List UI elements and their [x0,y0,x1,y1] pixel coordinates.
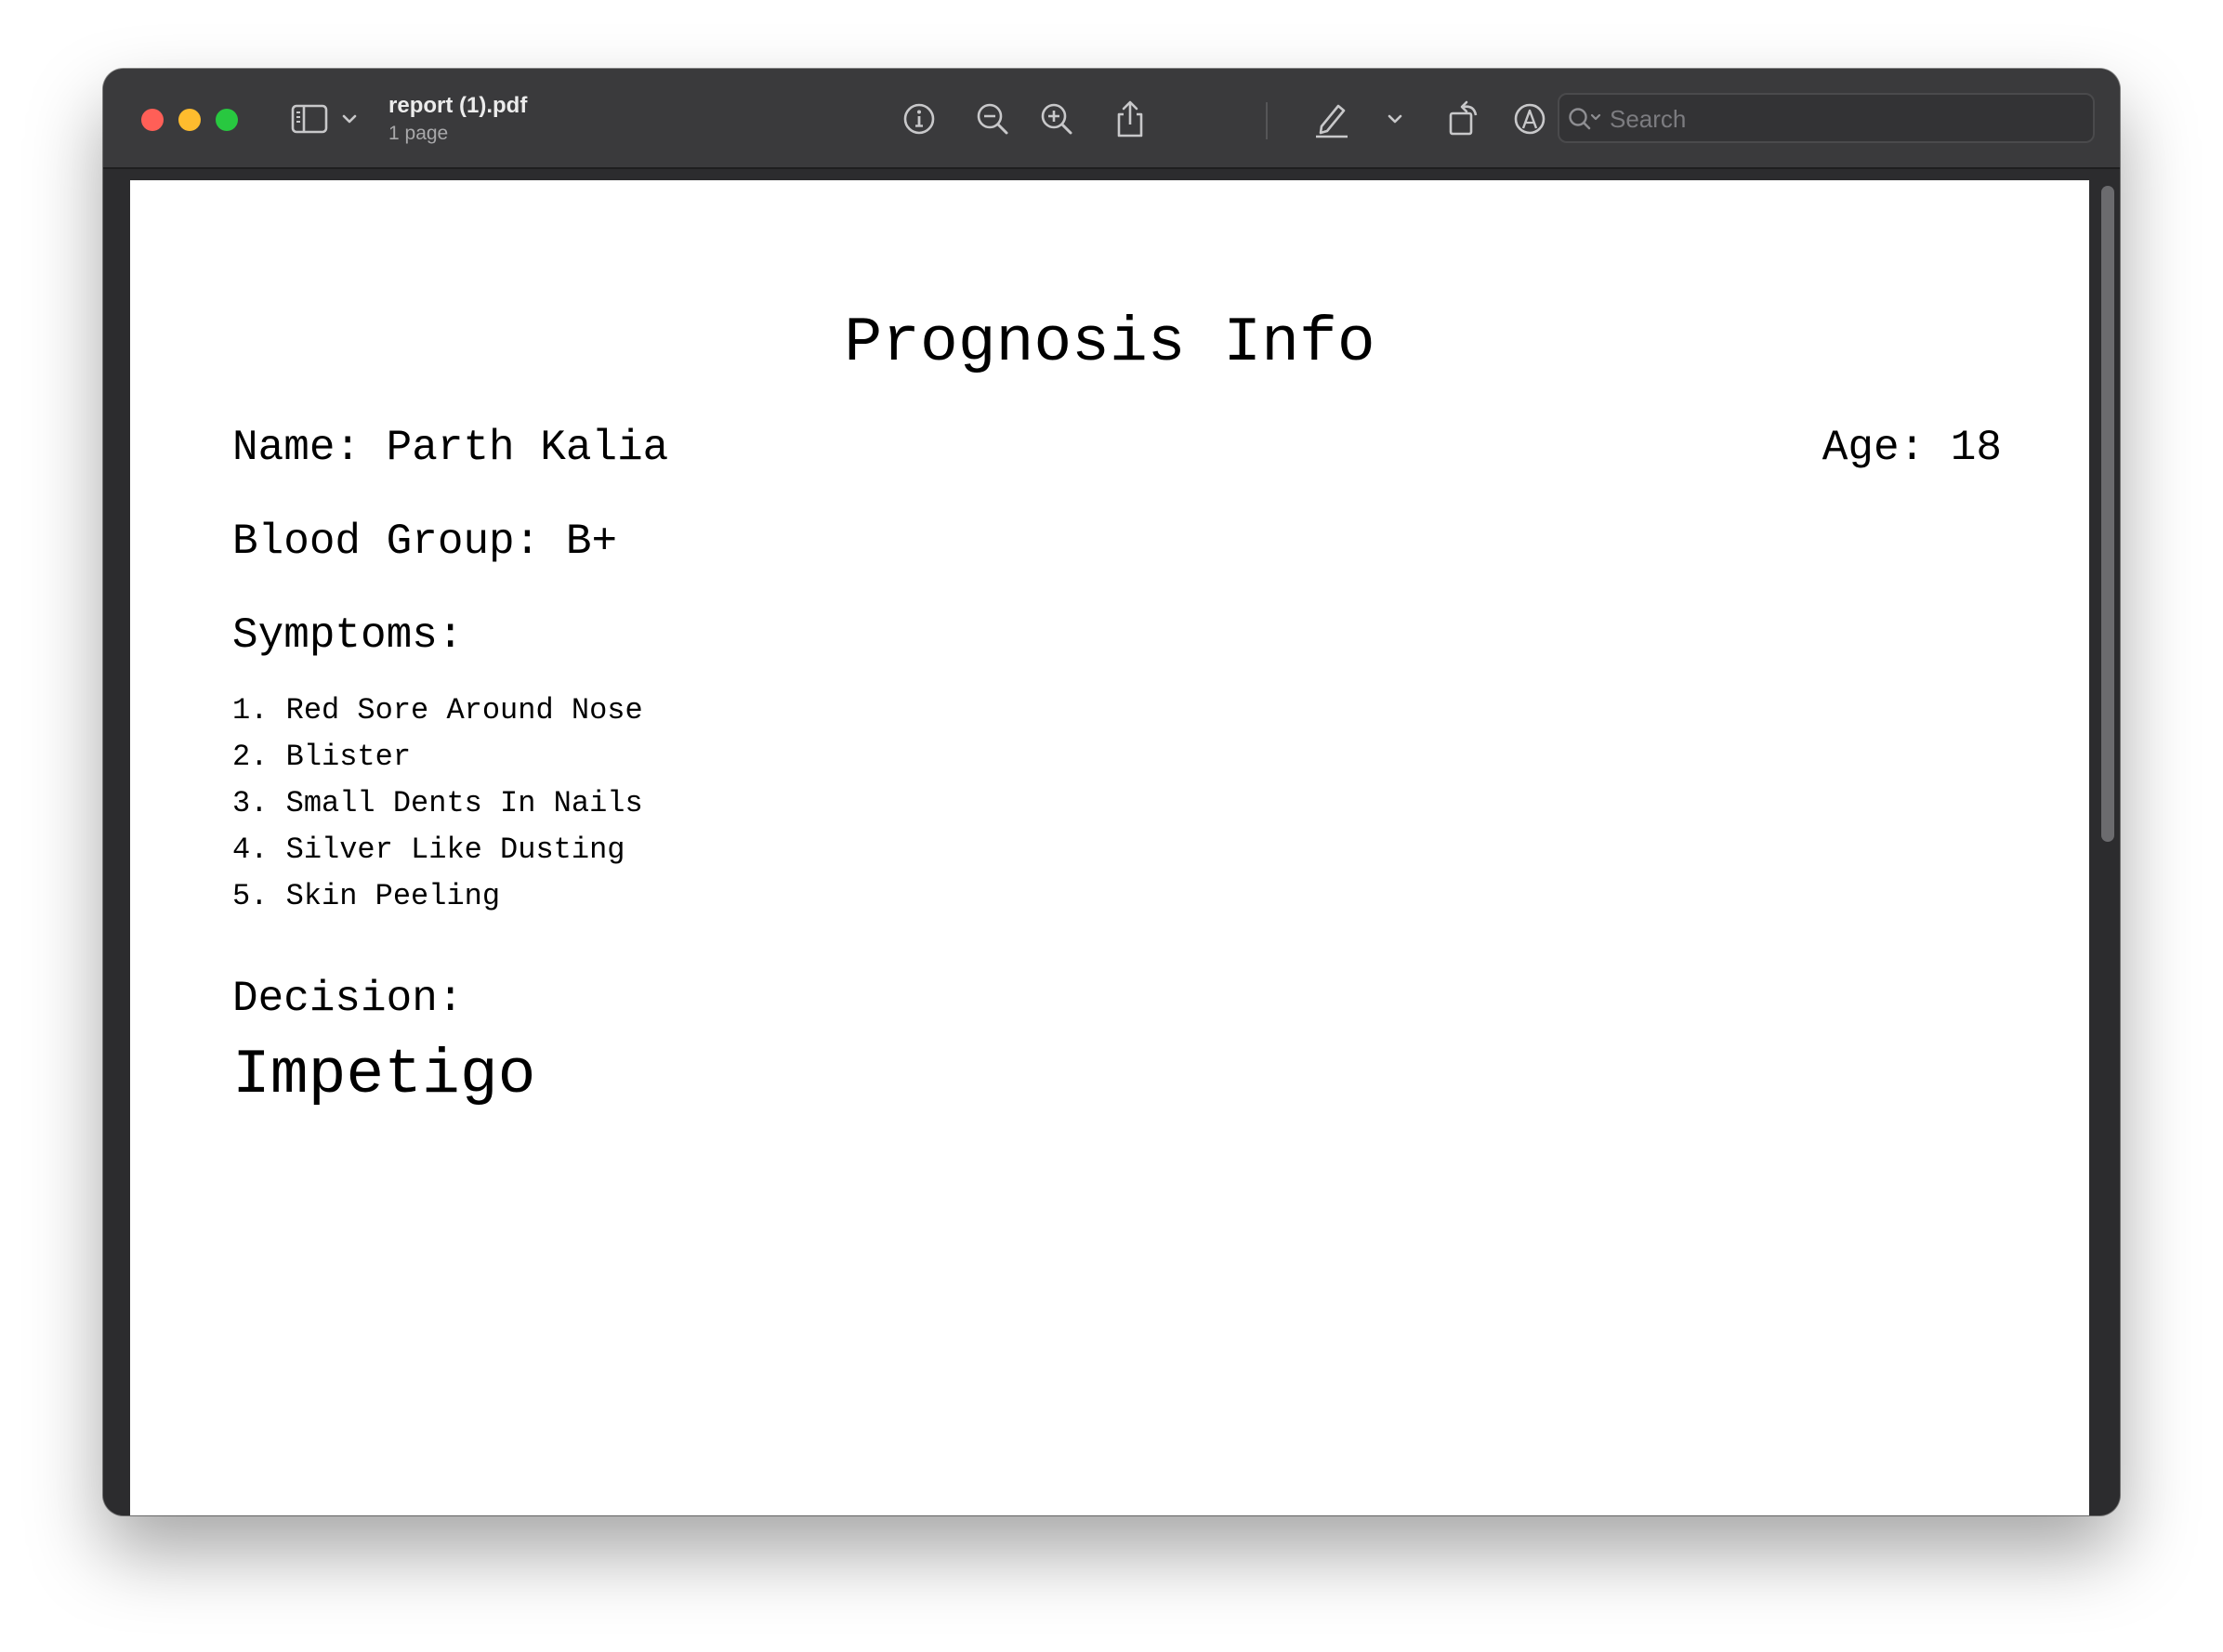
zoom-in-icon [1041,103,1072,135]
close-button[interactable] [141,109,164,131]
highlight-options-button[interactable] [1373,97,1417,141]
symptoms-heading: Symptoms: [232,611,464,660]
rotate-icon [1449,100,1478,136]
symptom-list: 1. Red Sore Around Nose 2. Blister 3. Sm… [232,688,643,920]
symptom-item: 5. Skin Peeling [232,879,501,913]
rotate-button[interactable] [1441,97,1486,141]
minimize-button[interactable] [178,109,201,131]
toolbar-divider [1266,102,1268,139]
search-icon [1569,108,1601,130]
titlebar: report (1).pdf 1 page [103,69,2120,169]
decision-value: Impetigo [232,1040,536,1111]
markup-icon [1514,103,1546,135]
report-heading: Prognosis Info [844,308,1375,379]
symptom-item: 1. Red Sore Around Nose [232,693,643,728]
blood-group: Blood Group: B+ [232,518,618,566]
scrollbar-thumb[interactable] [2101,186,2114,842]
symptom-item: 2. Blister [232,740,412,774]
markup-button[interactable] [1507,97,1552,141]
document-viewport[interactable]: Prognosis Info Name: Parth Kalia Age: 18… [103,169,2120,1515]
patient-age: Age: 18 [1822,424,2002,472]
info-icon [903,103,935,135]
zoom-out-button[interactable] [970,97,1015,141]
symptom-item: 4. Silver Like Dusting [232,833,625,867]
patient-name: Name: Parth Kalia [232,424,669,472]
pdf-page: Prognosis Info Name: Parth Kalia Age: 18… [130,180,2089,1515]
info-button[interactable] [897,97,941,141]
search-field[interactable] [1558,93,2095,143]
highlight-button[interactable] [1309,97,1353,141]
search-input[interactable] [1608,102,2076,136]
zoom-out-icon [977,103,1008,135]
chevron-down-icon [1388,114,1402,124]
symptom-item: 3. Small Dents In Nails [232,786,643,820]
sidebar-toggle-button[interactable] [288,100,370,138]
share-button[interactable] [1108,97,1152,141]
maximize-button[interactable] [216,109,238,131]
sidebar-icon [291,104,357,134]
zoom-in-button[interactable] [1034,97,1079,141]
preview-window: report (1).pdf 1 page Search Prognosis I… [103,69,2120,1515]
page-count: 1 page [388,123,449,144]
document-title: report (1).pdf [388,93,528,118]
share-icon [1117,100,1143,138]
highlight-pen-icon [1316,104,1348,138]
decision-heading: Decision: [232,975,464,1023]
